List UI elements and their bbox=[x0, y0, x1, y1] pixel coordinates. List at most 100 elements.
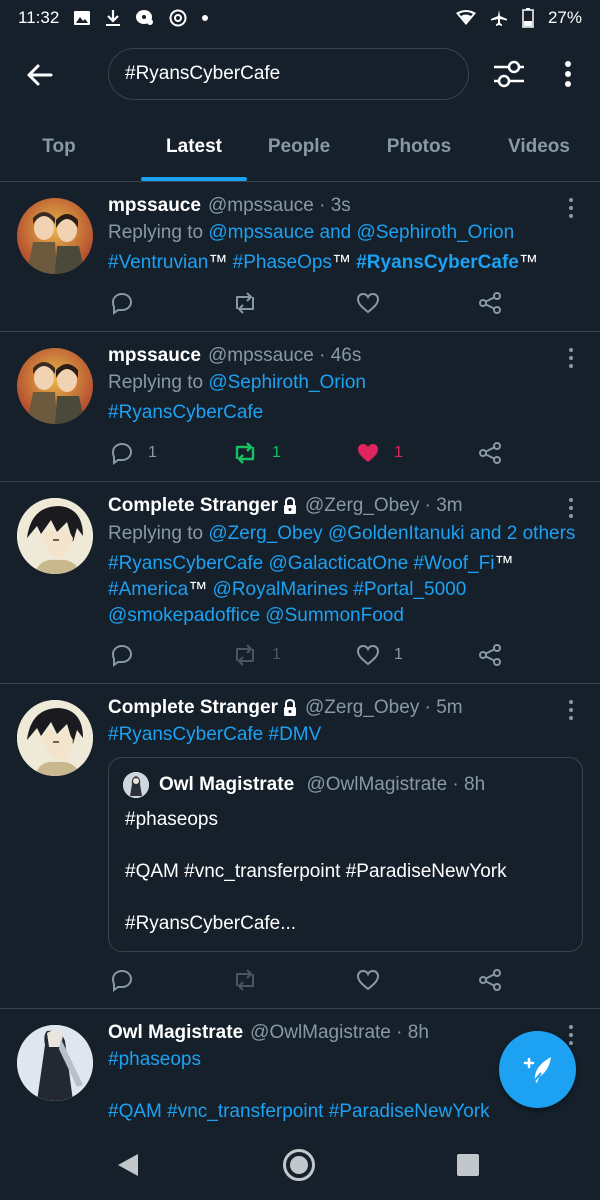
avatar[interactable] bbox=[17, 498, 93, 574]
hashtag[interactable]: #PhaseOps bbox=[233, 252, 332, 273]
reply-icon bbox=[111, 442, 133, 465]
quote-text-line: #QAM #vnc_transferpoint #ParadiseNewYork bbox=[125, 861, 507, 882]
tweet-text-fragment: ™ bbox=[494, 553, 514, 574]
tab-videos[interactable]: Videos bbox=[490, 112, 588, 182]
compose-icon bbox=[523, 1056, 551, 1086]
tweet-actions: 1 1 bbox=[108, 640, 508, 670]
avatar[interactable] bbox=[17, 1025, 93, 1101]
tab-top[interactable]: Top bbox=[14, 112, 104, 182]
tab-people[interactable]: People bbox=[250, 112, 348, 182]
hashtag[interactable]: #phaseops bbox=[108, 1049, 201, 1070]
search-query: #RyansCyberCafe bbox=[125, 63, 281, 84]
battery-percent: 27% bbox=[547, 8, 582, 27]
reply-icon bbox=[111, 292, 133, 315]
status-bar: 11:32 27% bbox=[0, 0, 600, 36]
image-notification-icon bbox=[73, 9, 91, 27]
lock-icon bbox=[282, 497, 298, 515]
reply-button[interactable]: 1 bbox=[110, 438, 157, 468]
retweet-count: 1 bbox=[272, 444, 281, 461]
quote-avatar bbox=[123, 772, 149, 798]
tab-photos[interactable]: Photos bbox=[370, 112, 468, 182]
hashtag[interactable]: #America bbox=[108, 579, 188, 600]
hashtags[interactable]: #QAM #vnc_transferpoint #ParadiseNewYork bbox=[108, 1101, 490, 1122]
tweet-header: Complete Stranger @Zerg_Obey · 3m bbox=[108, 495, 463, 517]
tweet-menu-button[interactable] bbox=[562, 698, 580, 722]
quote-text-line: #RyansCyberCafe... bbox=[125, 913, 297, 934]
author-handle-time: @Zerg_Obey · 5m bbox=[304, 697, 463, 718]
reply-button[interactable] bbox=[110, 640, 148, 670]
reply-button[interactable] bbox=[110, 965, 134, 995]
avatar[interactable] bbox=[17, 348, 93, 424]
share-button[interactable] bbox=[478, 965, 502, 995]
tweet-text: #RyansCyberCafe #DMV bbox=[108, 724, 321, 746]
compose-tweet-button[interactable] bbox=[499, 1031, 576, 1108]
author-name[interactable]: Complete Stranger bbox=[108, 697, 278, 719]
author-handle-time: @mpssauce · 3s bbox=[207, 195, 351, 216]
hashtag[interactable]: #Ventruvian bbox=[108, 252, 208, 273]
retweet-icon bbox=[236, 292, 254, 314]
tweet[interactable]: Complete Stranger @Zerg_Obey · 3m Replyi… bbox=[0, 482, 600, 684]
retweet-button[interactable]: 1 bbox=[232, 438, 281, 468]
avatar[interactable] bbox=[17, 700, 93, 776]
retweet-button bbox=[232, 965, 258, 995]
share-button[interactable] bbox=[478, 288, 502, 318]
author-name[interactable]: mpssauce bbox=[108, 345, 201, 367]
hashtags[interactable]: #RyansCyberCafe #DMV bbox=[108, 724, 321, 745]
tweet-header: Owl Magistrate @OwlMagistrate · 8h bbox=[108, 1022, 429, 1044]
reply-context: Replying to @Zerg_Obey @GoldenItanuki an… bbox=[108, 523, 575, 545]
like-button[interactable] bbox=[356, 965, 380, 995]
reply-mentions[interactable]: @Sephiroth_Orion bbox=[208, 372, 366, 393]
nav-home-button[interactable] bbox=[282, 1148, 316, 1182]
reply-mentions[interactable]: @mpssauce and @Sephiroth_Orion bbox=[208, 222, 514, 243]
hashtag[interactable]: #RyansCyberCafe bbox=[108, 402, 263, 423]
like-icon bbox=[356, 969, 380, 991]
dot-notification-icon bbox=[201, 14, 209, 22]
tweet-menu-button[interactable] bbox=[562, 346, 580, 370]
mentions[interactable]: @RoyalMarines #Portal_5000 bbox=[213, 579, 467, 600]
quoted-tweet[interactable]: Owl Magistrate @OwlMagistrate · 8h #phas… bbox=[108, 757, 583, 952]
download-notification-icon bbox=[105, 9, 121, 27]
like-button[interactable]: 1 bbox=[356, 438, 403, 468]
reply-button[interactable] bbox=[110, 288, 148, 318]
search-input[interactable]: #RyansCyberCafe bbox=[108, 48, 469, 100]
author-name[interactable]: mpssauce bbox=[108, 195, 201, 217]
retweet-button: 1 bbox=[232, 640, 281, 670]
system-navigation-bar bbox=[0, 1130, 600, 1200]
search-filter-button[interactable] bbox=[490, 56, 528, 92]
more-options-button[interactable] bbox=[556, 56, 580, 92]
tweet[interactable]: mpssauce @mpssauce · 3s Replying to @mps… bbox=[0, 182, 600, 332]
author-handle-time: @mpssauce · 46s bbox=[207, 345, 362, 366]
retweet-icon bbox=[236, 969, 254, 991]
nav-back-button[interactable] bbox=[111, 1148, 145, 1182]
tweet[interactable]: mpssauce @mpssauce · 46s Replying to @Se… bbox=[0, 332, 600, 482]
tweet-text: #RyansCyberCafe bbox=[108, 402, 263, 424]
like-icon bbox=[356, 644, 380, 666]
share-button[interactable] bbox=[478, 640, 502, 670]
tweet-menu-button[interactable] bbox=[562, 496, 580, 520]
avatar[interactable] bbox=[17, 198, 93, 274]
author-name[interactable]: Complete Stranger bbox=[108, 495, 278, 517]
back-button[interactable] bbox=[22, 58, 56, 92]
author-handle-time: @Zerg_Obey · 3m bbox=[304, 495, 463, 516]
reply-mentions[interactable]: @Zerg_Obey @GoldenItanuki and 2 others bbox=[208, 523, 575, 544]
author-name[interactable]: Owl Magistrate bbox=[108, 1022, 243, 1044]
hashtags-mentions[interactable]: #RyansCyberCafe @GalacticatOne #Woof_Fi bbox=[108, 553, 494, 574]
hashtag[interactable]: #RyansCyberCafe bbox=[356, 252, 519, 273]
share-button[interactable] bbox=[478, 438, 502, 468]
mentions[interactable]: @smokepadoffice @SummonFood bbox=[108, 605, 404, 626]
airplane-mode-icon bbox=[490, 9, 508, 27]
tweet[interactable]: Complete Stranger @Zerg_Obey · 5m #Ryans… bbox=[0, 684, 600, 1009]
share-icon bbox=[479, 644, 501, 666]
like-button[interactable]: 1 bbox=[356, 640, 403, 670]
retweet-button[interactable] bbox=[232, 288, 272, 318]
like-button[interactable] bbox=[356, 288, 394, 318]
tweet-actions bbox=[108, 288, 508, 318]
like-icon bbox=[358, 444, 378, 462]
tab-latest[interactable]: Latest bbox=[138, 112, 250, 182]
quote-author-handle-time: @OwlMagistrate · 8h bbox=[306, 774, 486, 795]
nav-recents-button[interactable] bbox=[451, 1148, 485, 1182]
retweet-icon bbox=[235, 442, 255, 464]
tweet-menu-button[interactable] bbox=[562, 196, 580, 220]
reply-prefix: Replying to bbox=[108, 523, 209, 544]
back-arrow-icon bbox=[27, 64, 53, 86]
